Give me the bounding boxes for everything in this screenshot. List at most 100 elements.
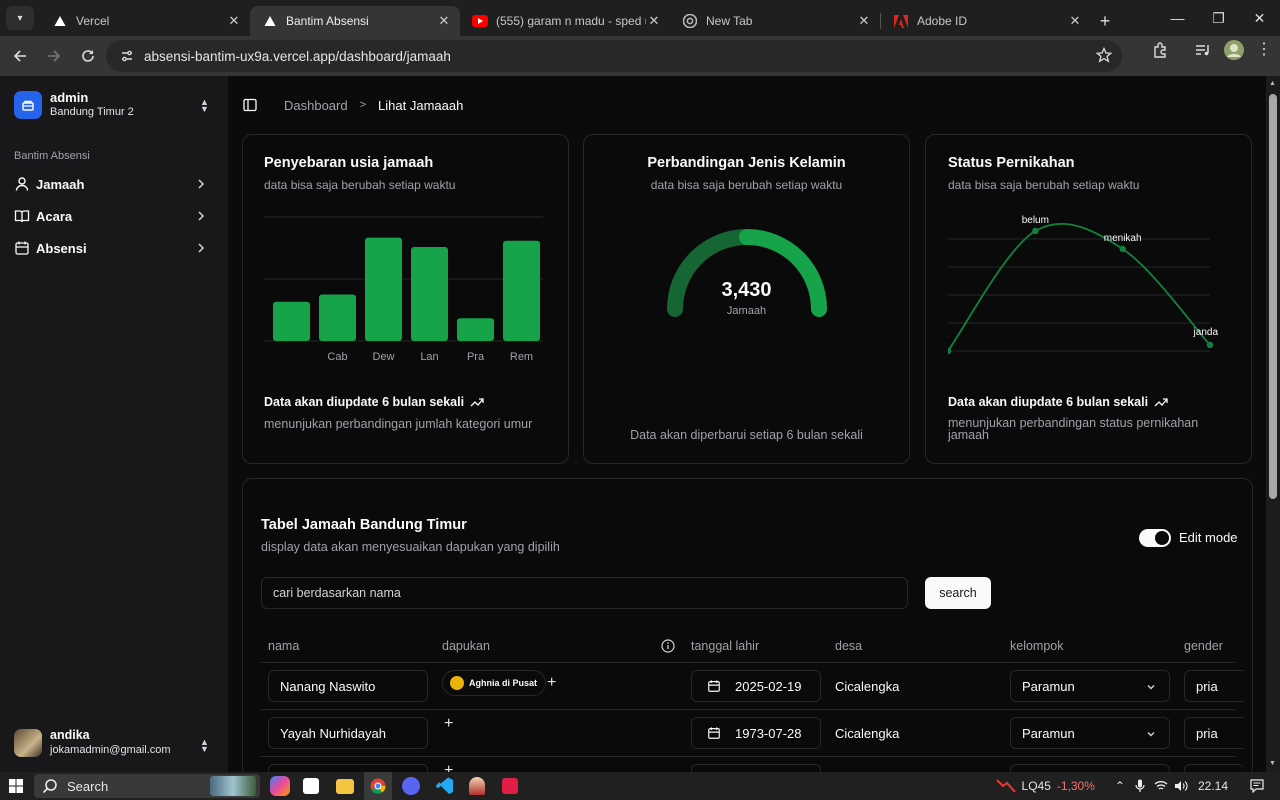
column-header-dapukan[interactable]: dapukan bbox=[442, 639, 490, 653]
column-header-desa[interactable]: desa bbox=[835, 639, 862, 653]
user-email: jokamadmin@gmail.com bbox=[50, 744, 171, 756]
close-icon[interactable]: ✕ bbox=[436, 13, 452, 29]
card-subtitle: data bisa saja berubah setiap waktu bbox=[650, 178, 843, 192]
chevron-right-icon bbox=[198, 211, 205, 221]
age-distribution-card: Penyebaran usia jamaah data bisa saja be… bbox=[242, 134, 569, 464]
minimize-button[interactable]: — bbox=[1157, 0, 1198, 36]
windows-start-icon[interactable] bbox=[9, 779, 23, 793]
column-header-tanggal-lahir[interactable]: tanggal lahir bbox=[691, 639, 759, 653]
dapukan-color-dot bbox=[450, 676, 464, 690]
chevrons-up-down-icon[interactable]: ▲ ▼ bbox=[200, 98, 209, 114]
chevron-down-icon bbox=[1147, 685, 1155, 690]
tab-search-button[interactable]: ▾ bbox=[6, 6, 34, 30]
tanggal-lahir-picker[interactable]: 2025-02-19 bbox=[691, 670, 821, 702]
chevrons-up-down-icon[interactable]: ▲ ▼ bbox=[200, 738, 209, 754]
new-tab-button[interactable]: + bbox=[1091, 6, 1119, 36]
gender-total-value: 3,430 bbox=[721, 279, 772, 301]
chrome-icon[interactable] bbox=[364, 772, 392, 800]
sidebar-group-label: Bantim Absensi bbox=[14, 150, 90, 162]
gender-comparison-card: Perbandingan Jenis Kelamin data bisa saj… bbox=[583, 134, 910, 464]
close-icon[interactable]: ✕ bbox=[856, 13, 872, 29]
user-menu[interactable]: andika jokamadmin@gmail.com bbox=[14, 728, 171, 758]
card-title: Penyebaran usia jamaah bbox=[264, 155, 434, 171]
info-icon[interactable] bbox=[661, 639, 675, 653]
chevron-up-icon[interactable]: ⌃ bbox=[1115, 779, 1125, 793]
breadcrumb-link-dashboard[interactable]: Dashboard bbox=[284, 98, 348, 113]
stock-name[interactable]: LQ45 bbox=[1022, 779, 1051, 793]
vscode-icon[interactable] bbox=[436, 777, 454, 795]
browser-tab[interactable]: (555) garam n madu - sped up ✕ bbox=[460, 6, 670, 36]
card-footer-title: Data akan diupdate 6 bulan sekali bbox=[948, 395, 1168, 409]
column-header-kelompok[interactable]: kelompok bbox=[1010, 639, 1064, 653]
x-tick-label: Lan bbox=[420, 351, 438, 363]
tab-title: Adobe ID bbox=[917, 14, 968, 28]
browser-menu-icon[interactable]: ⋮ bbox=[1256, 42, 1272, 58]
app-red-icon[interactable] bbox=[502, 778, 518, 794]
workspace-switcher[interactable]: admin Bandung Timur 2 bbox=[14, 90, 134, 120]
sidebar-item-acara[interactable]: Acara bbox=[14, 204, 214, 228]
add-dapukan-button[interactable]: + bbox=[547, 674, 556, 692]
tab-title: New Tab bbox=[706, 14, 753, 28]
taskbar-search[interactable]: Search bbox=[34, 774, 260, 798]
close-icon[interactable]: ✕ bbox=[646, 13, 662, 29]
dapukan-badge[interactable]: Aghnia di Pusat bbox=[442, 670, 547, 696]
sidebar-item-jamaah[interactable]: Jamaah bbox=[14, 172, 214, 196]
browser-tab[interactable]: Adobe ID ✕ bbox=[881, 6, 1091, 36]
close-icon[interactable]: ✕ bbox=[226, 13, 242, 29]
window-close-button[interactable]: ✕ bbox=[1239, 0, 1280, 36]
sidebar-toggle-icon[interactable] bbox=[242, 97, 258, 113]
scrollbar-thumb[interactable] bbox=[1269, 94, 1277, 499]
gender-select[interactable]: pria bbox=[1184, 717, 1244, 749]
wifi-icon[interactable] bbox=[1154, 780, 1168, 792]
browser-tab[interactable]: Vercel ✕ bbox=[40, 6, 250, 36]
nama-input[interactable]: Yayah Nurhidayah bbox=[268, 717, 428, 749]
add-dapukan-button[interactable]: + bbox=[444, 715, 453, 733]
microphone-icon[interactable] bbox=[1135, 779, 1145, 793]
arrow-left-icon bbox=[13, 50, 26, 62]
address-bar[interactable]: absensi-bantim-ux9a.vercel.app/dashboard… bbox=[106, 40, 1122, 72]
search-input[interactable]: cari berdasarkan nama bbox=[261, 577, 908, 609]
column-header-nama[interactable]: nama bbox=[268, 639, 299, 653]
sidebar-item-label: Absensi bbox=[36, 240, 87, 256]
column-header-gender[interactable]: gender bbox=[1184, 639, 1223, 653]
site-info-icon[interactable] bbox=[116, 45, 138, 67]
search-button[interactable]: search bbox=[925, 577, 991, 609]
scroll-down-icon[interactable]: ▼ bbox=[1269, 760, 1276, 767]
scroll-up-icon[interactable]: ▲ bbox=[1269, 80, 1276, 87]
adobe-icon bbox=[893, 13, 909, 29]
sidebar-item-absensi[interactable]: Absensi bbox=[14, 236, 214, 260]
file-explorer-icon[interactable] bbox=[336, 779, 354, 794]
forward-button[interactable] bbox=[38, 40, 70, 72]
store-icon[interactable] bbox=[303, 778, 319, 794]
kelompok-select[interactable]: Paramun bbox=[1010, 717, 1170, 749]
edit-mode-toggle[interactable] bbox=[1139, 529, 1171, 547]
nama-input[interactable]: Nanang Naswito bbox=[268, 670, 428, 702]
notification-icon[interactable] bbox=[1250, 779, 1264, 793]
gender-select[interactable]: pria bbox=[1184, 670, 1244, 702]
profile-avatar-icon[interactable] bbox=[1224, 40, 1244, 60]
star-icon[interactable] bbox=[1096, 47, 1112, 63]
browser-tab-active[interactable]: Bantim Absensi ✕ bbox=[250, 6, 460, 36]
desa-cell: Cicalengka bbox=[835, 726, 900, 741]
page-scrollbar[interactable]: ▲ ▼ bbox=[1266, 76, 1280, 772]
extensions-icon[interactable] bbox=[1152, 41, 1170, 59]
close-icon[interactable]: ✕ bbox=[1067, 13, 1083, 29]
media-control-icon[interactable] bbox=[1194, 41, 1212, 59]
breadcrumb-current: Lihat Jamaaah bbox=[378, 97, 464, 113]
app-character-icon[interactable] bbox=[469, 777, 485, 795]
browser-tab[interactable]: New Tab ✕ bbox=[670, 6, 880, 36]
volume-icon[interactable] bbox=[1174, 780, 1188, 792]
clock-time[interactable]: 22.14 bbox=[1198, 779, 1228, 793]
edit-mode-label: Edit mode bbox=[1179, 530, 1238, 545]
copilot-icon[interactable] bbox=[270, 776, 290, 796]
search-highlight-image bbox=[210, 776, 256, 796]
reload-button[interactable] bbox=[72, 40, 104, 72]
tanggal-lahir-picker[interactable]: 1973-07-28 bbox=[691, 717, 821, 749]
search-icon bbox=[42, 779, 57, 794]
discord-icon[interactable] bbox=[402, 777, 420, 795]
vercel-triangle-icon bbox=[262, 13, 278, 29]
kelompok-select[interactable]: Paramun bbox=[1010, 670, 1170, 702]
age-bar-chart: Cab Dew Lan Pra Rem bbox=[264, 216, 543, 363]
back-button[interactable] bbox=[4, 40, 36, 72]
restore-button[interactable]: ❐ bbox=[1198, 0, 1239, 36]
